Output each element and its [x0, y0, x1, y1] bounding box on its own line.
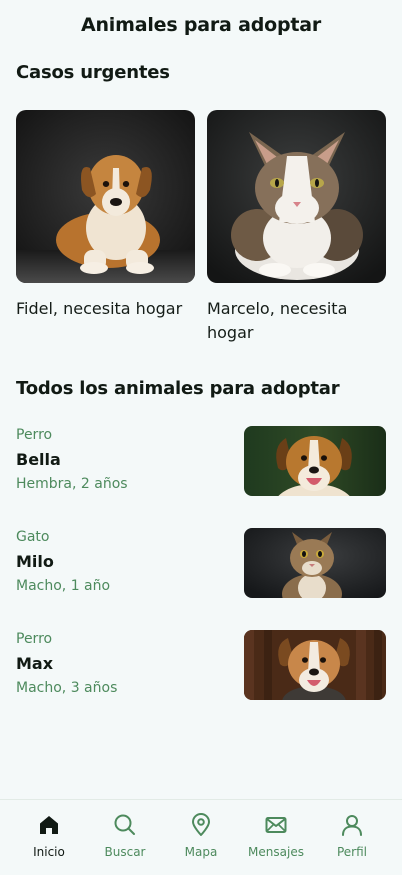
urgent-card-fidel[interactable]: Fidel, necesita hogar [16, 110, 195, 321]
animal-details: Macho, 3 años [16, 680, 118, 696]
animal-name: Milo [16, 552, 54, 571]
urgent-card-caption: Marcelo, necesita hogar [207, 299, 348, 342]
animal-details: Macho, 1 año [16, 578, 111, 594]
dog-photo [244, 426, 386, 496]
nav-label: Inicio [33, 845, 65, 859]
animal-details: Hembra, 2 años [16, 476, 128, 492]
animal-name: Max [16, 654, 54, 673]
animal-type: Gato [16, 529, 50, 545]
nav-item-mapa[interactable]: Mapa [166, 812, 236, 859]
urgent-card-marcelo[interactable]: Marcelo, necesita hogar [207, 110, 386, 345]
animal-type: Perro [16, 631, 53, 647]
nav-label: Buscar [104, 845, 146, 859]
page-title: Animales para adoptar [80, 14, 322, 36]
mail-icon [263, 812, 289, 838]
dog-photo [16, 110, 195, 283]
cat-photo [244, 528, 386, 598]
animal-list-item-bella[interactable]: Perro Bella Hembra, 2 años [16, 426, 386, 497]
animal-type: Perro [16, 427, 53, 443]
animal-name: Bella [16, 450, 61, 469]
user-icon [339, 812, 365, 838]
urgent-section-title: Casos urgentes [16, 62, 170, 83]
home-icon [36, 812, 62, 838]
nav-item-inicio[interactable]: Inicio [14, 812, 84, 859]
nav-label: Mapa [184, 845, 218, 859]
nav-label: Mensajes [248, 845, 304, 859]
nav-item-buscar[interactable]: Buscar [90, 812, 160, 859]
urgent-card-caption: Fidel, necesita hogar [16, 299, 183, 318]
search-icon [112, 812, 138, 838]
nav-item-mensajes[interactable]: Mensajes [241, 812, 311, 859]
nav-label: Perfil [336, 845, 368, 859]
animal-list-item-max[interactable]: Perro Max Macho, 3 años [16, 630, 386, 701]
bottom-nav: Inicio Buscar Mapa Mensajes Perfil [0, 799, 402, 875]
animal-list-item-milo[interactable]: Gato Milo Macho, 1 año [16, 528, 386, 599]
nav-item-perfil[interactable]: Perfil [317, 812, 387, 859]
all-animals-section-title: Todos los animales para adoptar [16, 378, 340, 399]
dog-photo [244, 630, 386, 700]
map-pin-icon [188, 812, 214, 838]
cat-photo [207, 110, 386, 283]
